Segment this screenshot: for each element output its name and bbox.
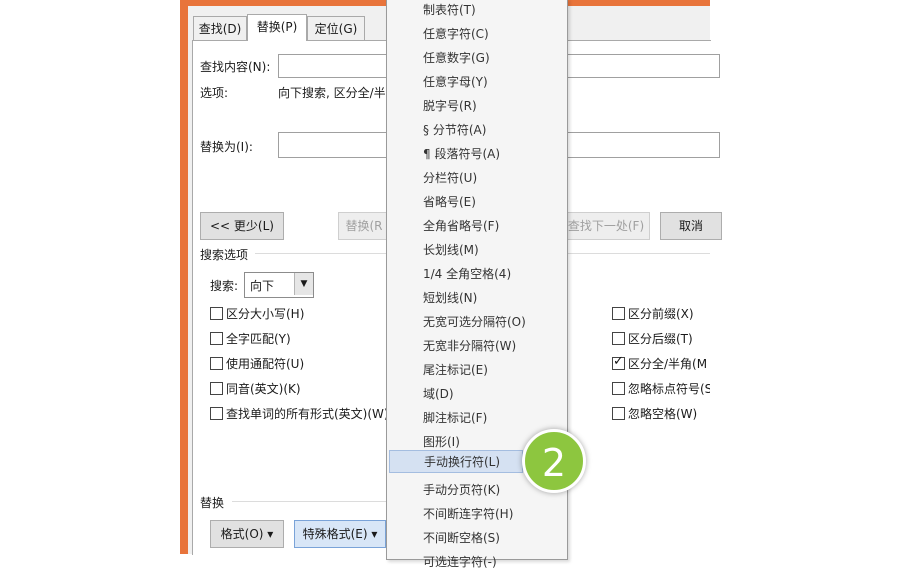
menu-item-paragraph-character[interactable]: ¶ 段落符号(A)	[387, 143, 567, 166]
menu-item-field[interactable]: 域(D)	[387, 383, 567, 406]
all-word-forms-label: 查找单词的所有形式(英文)(W)	[226, 407, 389, 421]
match-width-checkbox[interactable]	[612, 354, 625, 370]
ignore-punctuation-label: 忽略标点符号(S	[628, 382, 710, 396]
menu-item-optional-break[interactable]: 无宽可选分隔符(O)	[387, 311, 567, 334]
menu-item-any-letter[interactable]: 任意字母(Y)	[387, 71, 567, 94]
tab-find[interactable]: 查找(D)	[193, 16, 247, 41]
match-prefix-label: 区分前缀(X)	[628, 307, 694, 321]
chevron-down-icon: ▼	[294, 273, 313, 295]
section-divider	[232, 501, 387, 502]
menu-item-quarter-em-space[interactable]: 1/4 全角空格(4)	[387, 263, 567, 286]
ignore-space-label: 忽略空格(W)	[628, 407, 698, 421]
tab-replace[interactable]: 替换(P)	[247, 14, 307, 41]
search-direction-label: 搜索:	[210, 279, 239, 293]
find-what-label: 查找内容(N):	[200, 60, 271, 74]
replace-button[interactable]: 替换(R	[338, 212, 390, 240]
cancel-button[interactable]: 取消	[660, 212, 722, 240]
tab-goto[interactable]: 定位(G)	[307, 16, 365, 41]
special-format-button[interactable]: 特殊格式(E) ▾	[294, 520, 386, 548]
whole-word-label: 全字匹配(Y)	[226, 332, 291, 346]
menu-item-ellipsis[interactable]: 省略号(E)	[387, 191, 567, 214]
menu-item-en-dash[interactable]: 短划线(N)	[387, 287, 567, 310]
replace-section-heading: 替换	[200, 496, 225, 510]
menu-item-any-digit[interactable]: 任意数字(G)	[387, 47, 567, 70]
window-frame-left	[180, 0, 188, 554]
match-suffix-label: 区分后缀(T)	[628, 332, 693, 346]
menu-item-section-character[interactable]: § 分节符(A)	[387, 119, 567, 142]
menu-item-full-width-ellipsis[interactable]: 全角省略号(F)	[387, 215, 567, 238]
ignore-punctuation-checkbox[interactable]	[612, 382, 625, 395]
menu-item-no-width-non-break[interactable]: 无宽非分隔符(W)	[387, 335, 567, 358]
whole-word-checkbox[interactable]	[210, 332, 223, 345]
replace-with-label: 替换为(I):	[200, 140, 253, 154]
menu-item-endnote-mark[interactable]: 尾注标记(E)	[387, 359, 567, 382]
match-width-label: 区分全/半角(M	[628, 357, 708, 371]
find-next-button[interactable]: 查找下一处(F)	[562, 212, 650, 240]
search-direction-select[interactable]: 向下 ▼	[244, 272, 314, 298]
menu-item-column-break[interactable]: 分栏符(U)	[387, 167, 567, 190]
options-value: 向下搜索, 区分全/半	[278, 86, 386, 100]
section-divider	[255, 253, 387, 254]
ignore-space-checkbox[interactable]	[612, 407, 625, 420]
menu-item-nonbreaking-hyphen[interactable]: 不间断连字符(H)	[387, 503, 567, 526]
search-options-heading: 搜索选项	[200, 248, 249, 262]
wildcards-checkbox[interactable]	[210, 357, 223, 370]
menu-item-caret[interactable]: 脱字号(R)	[387, 95, 567, 118]
less-button[interactable]: << 更少(L)	[200, 212, 284, 240]
match-suffix-checkbox[interactable]	[612, 332, 625, 345]
step-number-badge: 2	[522, 429, 586, 493]
menu-item-optional-hyphen[interactable]: 可选连字符(-)	[387, 551, 567, 574]
menu-item-manual-line-break[interactable]: 手动换行符(L)	[389, 450, 523, 473]
search-direction-value: 向下	[250, 279, 275, 293]
sounds-like-checkbox[interactable]	[210, 382, 223, 395]
menu-item-nonbreaking-space[interactable]: 不间断空格(S)	[387, 527, 567, 550]
match-case-label: 区分大小写(H)	[226, 307, 305, 321]
menu-item-footnote-mark[interactable]: 脚注标记(F)	[387, 407, 567, 430]
all-word-forms-checkbox[interactable]	[210, 407, 223, 420]
match-prefix-checkbox[interactable]	[612, 307, 625, 320]
section-divider	[566, 253, 710, 254]
menu-item-tab[interactable]: 制表符(T)	[387, 0, 567, 22]
options-label: 选项:	[200, 86, 229, 100]
format-button[interactable]: 格式(O) ▾	[210, 520, 284, 548]
match-case-checkbox[interactable]	[210, 307, 223, 320]
menu-item-em-dash[interactable]: 长划线(M)	[387, 239, 567, 262]
menu-item-any-character[interactable]: 任意字符(C)	[387, 23, 567, 46]
wildcards-label: 使用通配符(U)	[226, 357, 305, 371]
sounds-like-label: 同音(英文)(K)	[226, 382, 301, 396]
